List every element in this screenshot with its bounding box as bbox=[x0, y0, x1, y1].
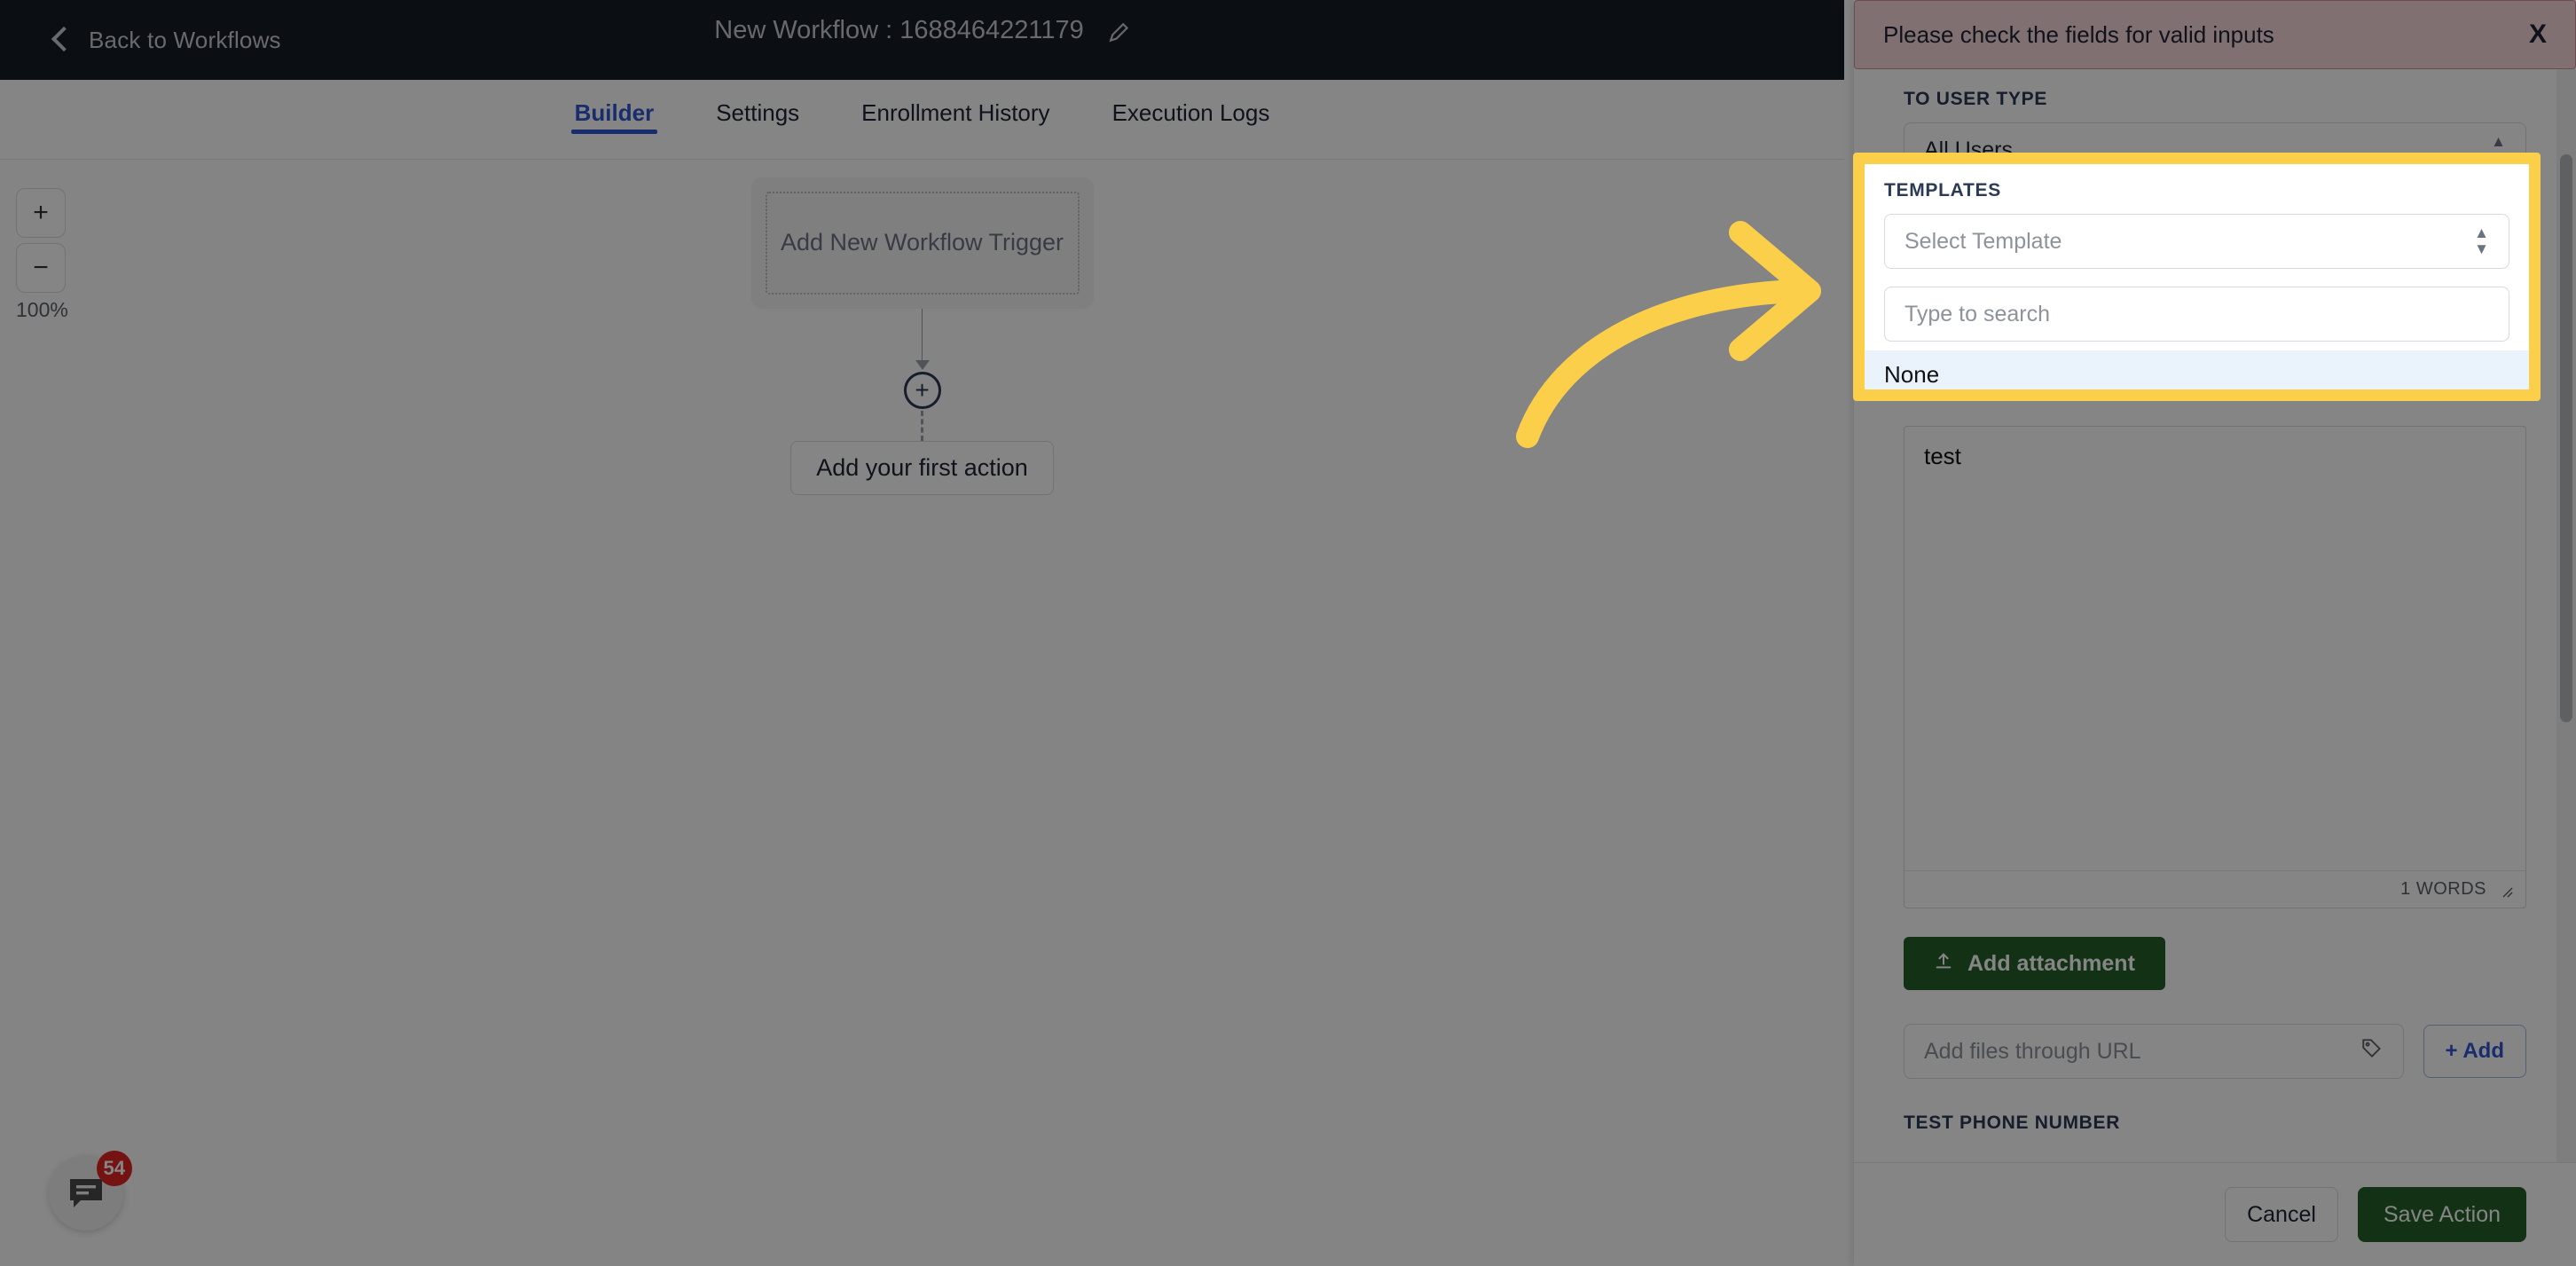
templates-search-placeholder: Type to search bbox=[1905, 301, 2050, 326]
screen: Back to Workflows New Workflow : 1688464… bbox=[0, 0, 2576, 1266]
templates-option-none[interactable]: None bbox=[1865, 350, 2529, 389]
chevron-updown-icon: ▲▼ bbox=[2474, 224, 2489, 257]
curved-arrow-right-icon bbox=[1516, 221, 1821, 448]
templates-select[interactable]: Select Template ▲ ▼ bbox=[1884, 214, 2509, 269]
templates-option-label: None bbox=[1884, 360, 1940, 388]
templates-highlight-box: TEMPLATES Select Template ▲ ▼ Type to sea… bbox=[1853, 153, 2541, 401]
templates-select-value: Select Template bbox=[1905, 228, 2062, 254]
annotation-arrow bbox=[1508, 213, 1881, 452]
templates-section: TEMPLATES Select Template ▲ ▼ Type to sea… bbox=[1865, 164, 2529, 389]
templates-label: TEMPLATES bbox=[1884, 180, 2001, 201]
templates-search-input[interactable]: Type to search bbox=[1884, 287, 2509, 342]
